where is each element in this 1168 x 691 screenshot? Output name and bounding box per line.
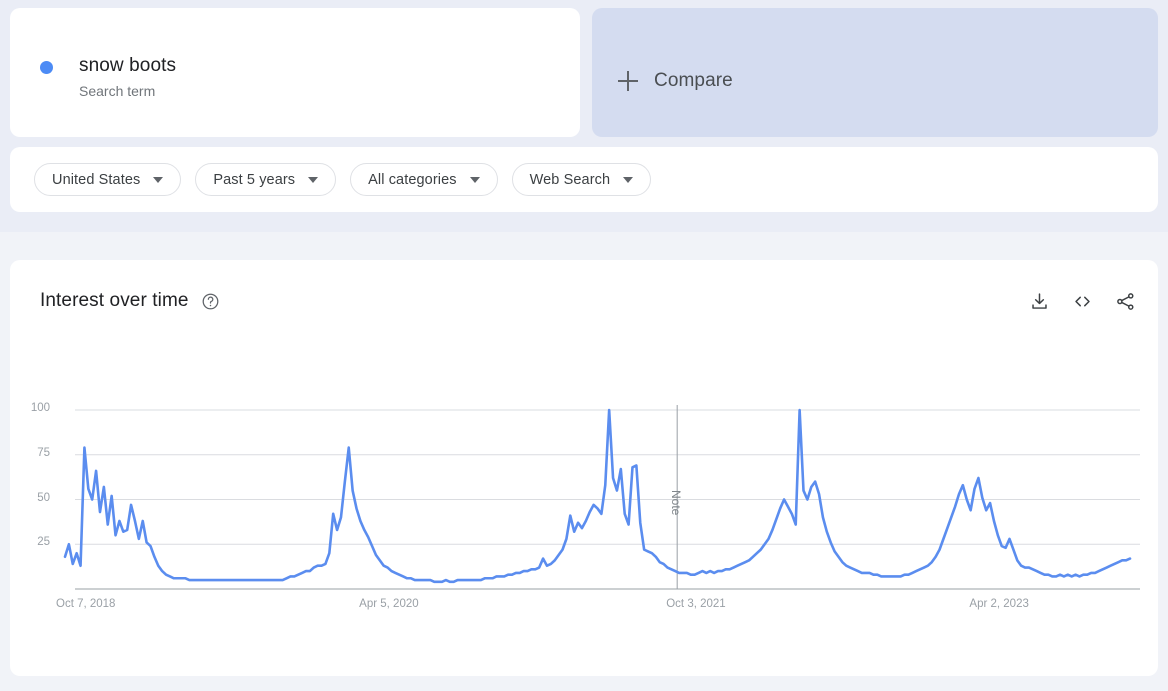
filter-chip-time-range[interactable]: Past 5 years — [195, 163, 337, 196]
google-trends-page: snow boots Search term Compare United St… — [0, 0, 1168, 691]
y-axis-tick-label: 25 — [37, 536, 50, 549]
compare-card[interactable]: Compare — [592, 8, 1158, 137]
chevron-down-icon — [469, 176, 480, 183]
y-axis-tick-label: 75 — [37, 446, 50, 459]
search-term-texts: snow boots Search term — [79, 54, 176, 101]
x-axis-tick-label: Oct 7, 2018 — [56, 598, 116, 610]
filter-chip-time-range-label: Past 5 years — [213, 171, 296, 188]
compare-label: Compare — [654, 70, 733, 91]
plus-icon — [618, 71, 638, 91]
x-axis-tick-label: Oct 3, 2021 — [666, 598, 726, 610]
filter-chip-location[interactable]: United States — [34, 163, 182, 196]
trends-line-chart — [63, 405, 1140, 590]
chart-plot-area: 25 50 75 100 Oct 7, 2018 Apr 5, 2020 Oct 3, 2… — [10, 260, 1158, 676]
chevron-down-icon — [623, 176, 634, 183]
y-axis-tick-label: 100 — [30, 402, 50, 414]
filter-chip-category-label: All categories — [368, 171, 457, 188]
y-axis-tick-label: 50 — [37, 491, 50, 504]
interest-over-time-card: Interest over time 25 50 75 100 Oct 7, 2… — [10, 260, 1158, 676]
search-term-title: snow boots — [79, 55, 177, 76]
filter-bar: United States Past 5 years All categorie… — [10, 147, 1158, 212]
search-term-card[interactable]: snow boots Search term — [10, 8, 580, 137]
x-axis-tick-label: Apr 2, 2023 — [969, 598, 1029, 610]
filter-chip-category[interactable]: All categories — [350, 163, 498, 196]
chevron-down-icon — [153, 176, 164, 183]
search-term-content: snow boots Search term — [40, 54, 176, 101]
filter-chip-search-type-label: Web Search — [529, 171, 611, 188]
series-color-dot — [40, 61, 53, 74]
compare-content: Compare — [618, 70, 733, 92]
search-term-subtitle: Search term — [79, 83, 156, 99]
filter-chip-location-label: United States — [52, 171, 141, 188]
x-axis-tick-label: Apr 5, 2020 — [359, 598, 419, 610]
chart-note-annotation: Note — [669, 490, 684, 516]
filter-chip-group: United States Past 5 years All categorie… — [34, 163, 652, 196]
filter-chip-search-type[interactable]: Web Search — [511, 163, 652, 196]
chevron-down-icon — [308, 176, 319, 183]
